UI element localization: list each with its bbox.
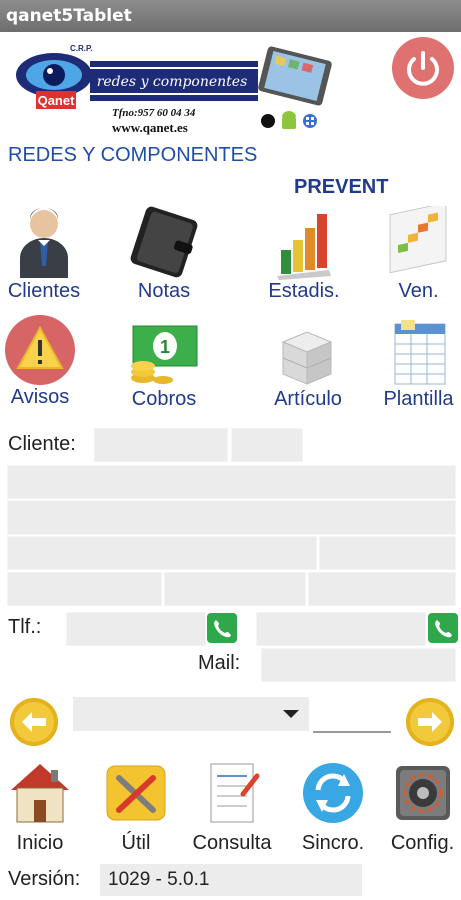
windows-icon <box>303 114 317 128</box>
menu-notas[interactable]: Notas <box>120 206 208 303</box>
menu-avisos[interactable]: Avisos <box>0 314 80 409</box>
arrow-right-icon <box>418 712 442 732</box>
home-icon <box>11 764 69 823</box>
record-select[interactable] <box>73 697 309 731</box>
version-value: 1029 - 5.0.1 <box>100 864 362 896</box>
cliente-code-field[interactable] <box>94 428 228 462</box>
sales-chart-icon <box>389 206 446 274</box>
menu-label: Notas <box>137 280 191 302</box>
logo-brand-text: Qanet <box>38 93 76 108</box>
version-label: Versión: <box>8 868 81 890</box>
app-title-bar: qanet5Tablet <box>0 0 461 32</box>
user-icon <box>20 208 68 278</box>
menu-label: Cobros <box>131 388 197 410</box>
nav-label: Útil <box>121 832 151 854</box>
cliente-address-field[interactable] <box>7 500 456 535</box>
logo-crp-text: C.R.P. <box>70 44 93 53</box>
cliente-extra-field-2[interactable] <box>164 572 306 606</box>
consult-icon <box>210 763 260 823</box>
cliente-label: Cliente: <box>8 433 76 455</box>
phone-icon <box>435 620 452 638</box>
cliente-city-field[interactable] <box>7 536 317 570</box>
notebook-icon <box>130 206 198 278</box>
nav-label: Consulta <box>192 832 272 854</box>
tablet-image <box>258 46 332 106</box>
menu-label: Estadis. <box>268 280 340 302</box>
nav-util[interactable]: Útil <box>98 760 174 855</box>
menu-articulo[interactable]: Artículo <box>256 318 360 411</box>
warning-icon <box>5 315 75 385</box>
dropdown-arrow-icon <box>283 710 299 718</box>
android-icon <box>282 111 296 129</box>
arrow-left-icon <box>22 712 46 732</box>
tlf-label: Tlf.: <box>8 616 42 638</box>
config-icon <box>395 766 450 820</box>
cliente-extra-field-1[interactable] <box>7 572 162 606</box>
apple-icon <box>261 114 275 128</box>
record-number-field[interactable] <box>313 697 391 733</box>
mail-label: Mail: <box>198 652 241 674</box>
mail-field[interactable] <box>261 648 456 682</box>
boxes-icon <box>281 331 333 385</box>
nav-inicio[interactable]: Inicio <box>2 760 78 855</box>
cliente-postal-field[interactable] <box>319 536 456 570</box>
cliente-name-field[interactable] <box>7 465 456 499</box>
menu-label: Plantilla <box>383 388 454 410</box>
app-title: qanet5Tablet <box>6 6 132 26</box>
nav-consulta[interactable]: Consulta <box>186 760 278 855</box>
logo-phone-text: Tfno:957 60 04 34 <box>112 107 196 119</box>
call-button-2[interactable] <box>428 613 458 643</box>
sync-icon <box>303 763 363 823</box>
nav-label: Inicio <box>16 832 64 854</box>
power-button[interactable] <box>392 37 454 99</box>
nav-config[interactable]: Config. <box>384 760 461 855</box>
cliente-aux-field[interactable] <box>231 428 303 462</box>
logo-slogan-text: redes y componentes <box>97 74 248 90</box>
tools-icon <box>106 765 166 821</box>
menu-estadis[interactable]: Estadis. <box>256 206 352 303</box>
menu-clientes[interactable]: Clientes <box>0 206 88 303</box>
menu-ven[interactable]: Ven. <box>376 206 461 303</box>
money-icon: 1 <box>131 325 198 384</box>
logo-web-text: www.qanet.es <box>112 120 188 135</box>
phone-field-2[interactable] <box>256 612 426 646</box>
menu-cobros[interactable]: 1 Cobros <box>120 318 208 411</box>
mode-label: PREVENT <box>294 176 389 198</box>
power-icon <box>407 51 439 86</box>
cliente-extra-field-3[interactable] <box>308 572 456 606</box>
menu-label: Ven. <box>398 280 439 302</box>
menu-label: Artículo <box>274 388 342 410</box>
next-button[interactable] <box>406 698 454 746</box>
spreadsheet-icon <box>394 320 445 385</box>
phone-field-1[interactable] <box>66 612 206 646</box>
menu-label: Avisos <box>10 386 70 408</box>
phone-icon <box>214 620 231 638</box>
bar-chart-icon <box>277 214 331 280</box>
nav-label: Config. <box>390 832 455 854</box>
company-name: REDES Y COMPONENTES <box>8 144 258 166</box>
prev-button[interactable] <box>10 698 58 746</box>
company-logo: Qanet C.R.P. redes y componentes Tfno:95… <box>12 37 334 135</box>
call-button-1[interactable] <box>207 613 237 643</box>
menu-plantilla[interactable]: Plantilla <box>376 318 461 411</box>
nav-sincro[interactable]: Sincro. <box>294 760 372 855</box>
nav-label: Sincro. <box>301 832 365 854</box>
menu-label: Clientes <box>7 280 81 302</box>
svg-text:1: 1 <box>160 337 170 357</box>
